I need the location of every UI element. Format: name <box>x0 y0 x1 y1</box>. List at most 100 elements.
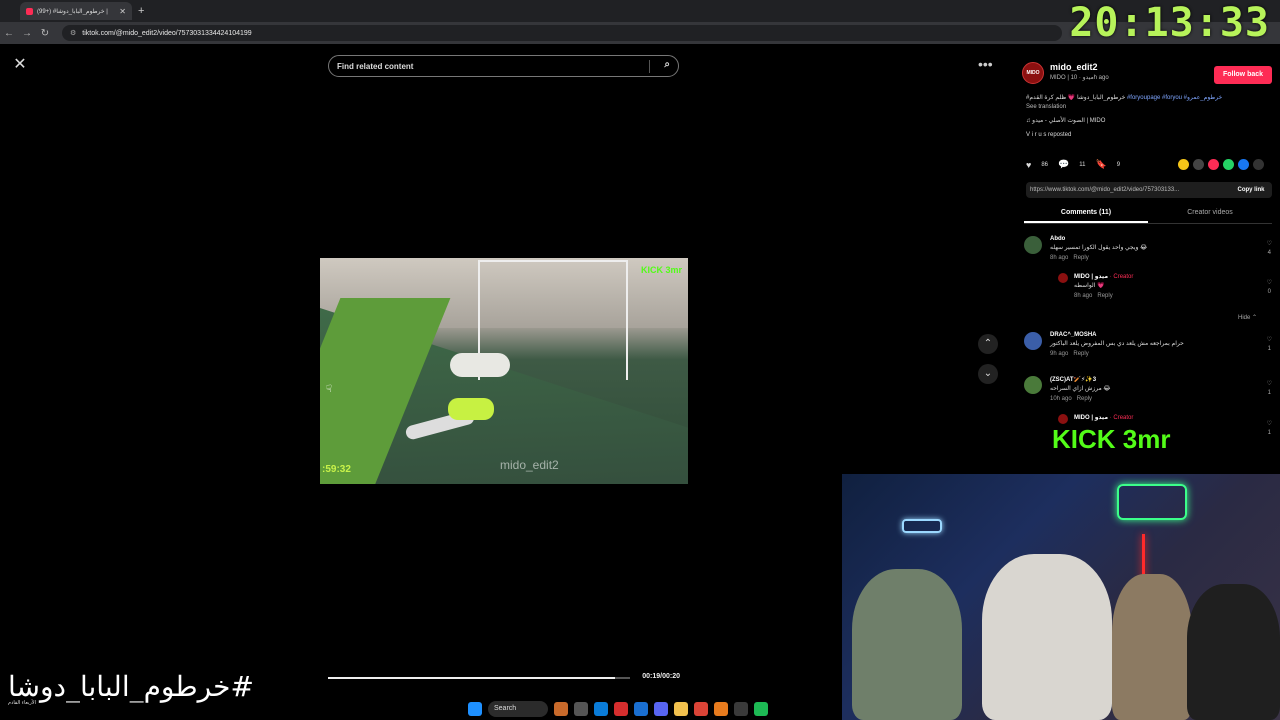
settings-icon[interactable] <box>734 702 748 716</box>
comment-avatar[interactable] <box>1024 236 1042 254</box>
copy-link-button[interactable]: Copy link <box>1230 182 1272 198</box>
bookmark-icon[interactable]: 🔖 <box>1095 159 1106 170</box>
follow-back-button[interactable]: Follow back <box>1214 66 1272 84</box>
reposted-line: V i r u s reposted <box>1026 132 1072 138</box>
taskbar-icons: Search <box>468 701 768 717</box>
facebook-icon[interactable] <box>1238 159 1249 170</box>
comment-text: مرزش ازاي السراحه 😂 <box>1050 386 1111 392</box>
neon-sign-small <box>902 519 942 533</box>
comment-avatar[interactable] <box>1024 332 1042 350</box>
reply-link[interactable]: Reply <box>1077 396 1092 402</box>
app-icon[interactable] <box>714 702 728 716</box>
video-link-field[interactable]: https://www.tiktok.com/@mido_edit2/video… <box>1026 182 1272 198</box>
reply-avatar[interactable] <box>1058 414 1068 424</box>
music-line[interactable]: ♫ الصوت الأصلي - ميدو | MIDO <box>1026 117 1105 124</box>
reply-avatar[interactable] <box>1058 273 1068 283</box>
caption-hashtags[interactable]: #foryoupage #foryou #خرطوم_عمرو <box>1127 95 1222 101</box>
reply-like-count: 0 <box>1267 289 1271 295</box>
heart-icon[interactable]: ♡ <box>1267 421 1272 427</box>
reload-icon[interactable]: ↻ <box>36 28 54 39</box>
video-player-green <box>448 398 494 420</box>
tab-close-icon[interactable]: ✕ <box>119 7 126 16</box>
comment-text: ويجي واحد يقول الكورا تمسير سهله 😂 <box>1050 245 1148 251</box>
comment-count: 11 <box>1079 161 1086 168</box>
comment-author[interactable]: (ZSC)AT🏏⚡✨3 <box>1050 376 1250 383</box>
reply-like-count: 1 <box>1267 430 1271 436</box>
comment-author[interactable]: DRAC^_MOSHA <box>1050 332 1250 338</box>
tab-comments[interactable]: Comments (11) <box>1024 206 1148 223</box>
comment-like-count: 4 <box>1267 250 1271 256</box>
hide-replies-link[interactable]: Hide ⌃ <box>1238 314 1257 321</box>
discord-icon[interactable] <box>654 702 668 716</box>
task-view-icon[interactable] <box>574 702 588 716</box>
details-panel: MIDO mido_edit2 MIDO | ميدو · 10h ago Fo… <box>1016 56 1280 476</box>
related-search-input[interactable]: Find related content ⌕ <box>328 55 679 77</box>
reply-link[interactable]: Reply <box>1097 293 1112 299</box>
neon-sign <box>1117 484 1187 520</box>
kick-logo-overlay: KICK 3mr <box>1052 424 1171 454</box>
author-username[interactable]: mido_edit2 <box>1050 62 1109 72</box>
person-2 <box>982 554 1112 720</box>
windows-taskbar: الأربعاء القادم Search <box>0 698 1280 720</box>
comment-author[interactable]: Abdo <box>1050 236 1250 242</box>
like-count: 86 <box>1041 161 1049 168</box>
media-app-icon[interactable] <box>614 702 628 716</box>
video-timer-overlay: :59:32 <box>322 464 351 475</box>
reply-link[interactable]: Reply <box>1073 255 1088 261</box>
more-options-icon[interactable]: ••• <box>978 56 993 72</box>
forward-icon[interactable]: → <box>18 28 36 39</box>
comment-avatar[interactable] <box>1024 376 1042 394</box>
share-emoji-icon[interactable] <box>1178 159 1189 170</box>
reply-author[interactable]: MIDO | ميدو <box>1074 274 1108 280</box>
comment-like-count: 1 <box>1267 346 1271 352</box>
like-icon[interactable]: ♥ <box>1026 160 1031 170</box>
video-time: 00:19/00:20 <box>642 673 680 680</box>
previous-video-icon[interactable]: ⌃ <box>978 334 998 354</box>
chrome-icon[interactable] <box>694 702 708 716</box>
new-tab-icon[interactable]: + <box>138 5 144 17</box>
outlook-icon[interactable] <box>634 702 648 716</box>
author-subline: MIDO | ميدو · 10h ago <box>1050 75 1109 81</box>
windows-start-icon[interactable] <box>468 702 482 716</box>
url-field[interactable]: ⚙ tiktok.com/@mido_edit2/video/757303133… <box>62 25 1062 41</box>
heart-icon[interactable]: ♡ <box>1267 381 1272 387</box>
weather-widget[interactable]: الأربعاء القادم <box>8 700 36 707</box>
video-watermark: mido_edit2 <box>500 458 559 472</box>
heart-icon[interactable]: ♡ <box>1267 280 1272 286</box>
embed-icon[interactable] <box>1193 159 1204 170</box>
back-icon[interactable]: ← <box>0 28 18 39</box>
search-icon[interactable]: ⌕ <box>664 59 670 70</box>
heart-icon[interactable]: ♡ <box>1267 241 1272 247</box>
see-translation-link[interactable]: See translation <box>1026 104 1066 110</box>
search-divider <box>649 60 650 73</box>
taskbar-search[interactable]: Search <box>488 701 548 717</box>
comment-meta: 8h ago Reply <box>1050 255 1250 261</box>
whatsapp-icon[interactable] <box>1223 159 1234 170</box>
comment-icon[interactable]: 💬 <box>1058 159 1069 170</box>
heart-icon[interactable]: ♡ <box>1267 337 1272 343</box>
edge-icon[interactable] <box>594 702 608 716</box>
reply-link[interactable]: Reply <box>1073 351 1088 357</box>
video-player[interactable]: KICK 3mr :59:32 mido_edit2 <box>320 258 688 484</box>
video-caption: #خرطوم_البابا_دوشا 💗 ظلم كرة القدم #fory… <box>1026 94 1266 112</box>
save-count: 9 <box>1116 161 1121 168</box>
reply-author[interactable]: MIDO | ميدو <box>1074 415 1108 421</box>
share-arrow-icon[interactable] <box>1253 159 1264 170</box>
share-tiktok-icon[interactable] <box>1208 159 1219 170</box>
comment-time: 8h ago <box>1050 255 1069 261</box>
tiktok-favicon-icon <box>26 7 33 15</box>
search-placeholder: Find related content <box>337 61 414 71</box>
next-video-icon[interactable]: ⌄ <box>978 364 998 384</box>
tab-title: (99+) #خرطوم_البابا_دوشا | <box>37 8 108 15</box>
taskbar-app-icon[interactable] <box>554 702 568 716</box>
close-icon[interactable]: ✕ <box>10 55 30 75</box>
creator-badge: · Creator <box>1108 274 1134 280</box>
tab-creator-videos[interactable]: Creator videos <box>1148 206 1272 223</box>
site-info-icon[interactable]: ⚙ <box>70 29 76 37</box>
author-avatar[interactable]: MIDO <box>1022 62 1044 84</box>
file-explorer-icon[interactable] <box>674 702 688 716</box>
video-progress-bar[interactable] <box>328 677 630 679</box>
spotify-icon[interactable] <box>754 702 768 716</box>
video-column: Find related content ⌕ KICK 3mr :59:32 m… <box>320 48 688 694</box>
browser-tab[interactable]: (99+) #خرطوم_البابا_دوشا | ✕ <box>20 2 132 20</box>
